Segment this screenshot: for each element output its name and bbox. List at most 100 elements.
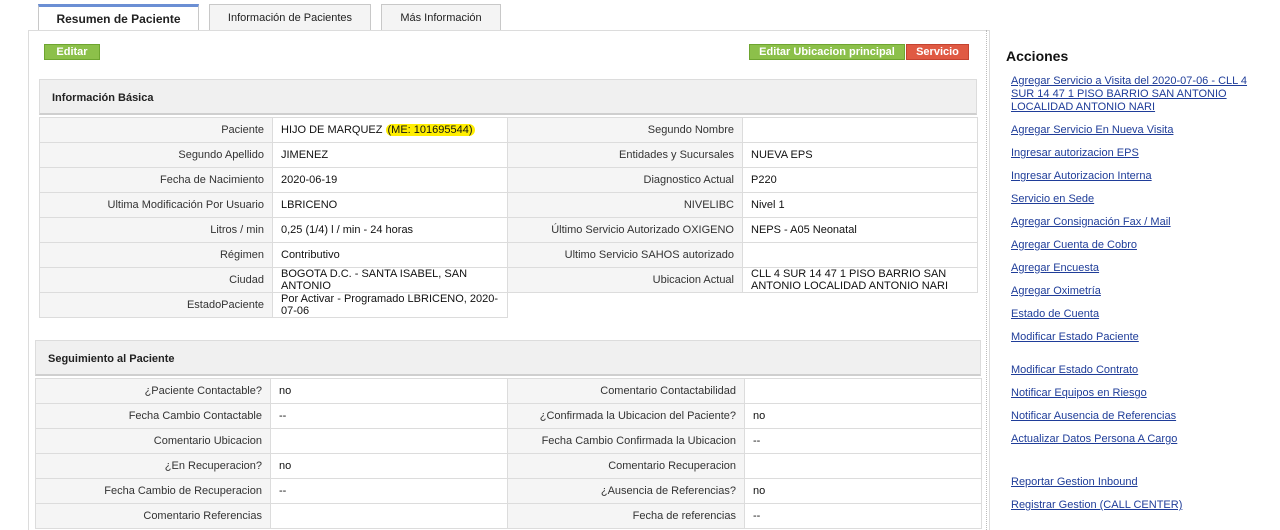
field-label: Fecha Cambio Confirmada la Ubicacion	[507, 428, 745, 454]
link-add-fax-mail[interactable]: Agregar Consignación Fax / Mail	[1011, 216, 1251, 229]
edit-main-location-button[interactable]: Editar Ubicacion principal	[749, 44, 905, 60]
field-label: Segundo Apellido	[39, 142, 273, 168]
field-value: no	[270, 453, 508, 479]
edit-button[interactable]: Editar	[44, 44, 100, 60]
field-value: 2020-06-19	[272, 167, 508, 193]
table-row: ¿Paciente Contactable? no Comentario Con…	[35, 378, 982, 404]
field-label: Fecha Cambio de Recuperacion	[35, 478, 271, 504]
field-value: Nivel 1	[742, 192, 978, 218]
link-add-survey[interactable]: Agregar Encuesta	[1011, 262, 1251, 275]
field-value: no	[744, 478, 982, 504]
field-value	[742, 117, 978, 143]
field-value: NEPS - A05 Neonatal	[742, 217, 978, 243]
field-label: ¿Confirmada la Ubicacion del Paciente?	[507, 403, 745, 429]
field-label: Segundo Nombre	[507, 117, 743, 143]
link-account-status[interactable]: Estado de Cuenta	[1011, 308, 1251, 321]
patient-id-highlight: (ME: 101695544)	[385, 124, 475, 136]
field-label: Ultimo Servicio SAHOS autorizado	[507, 242, 743, 268]
field-value: Contributivo	[272, 242, 508, 268]
table-row: Fecha Cambio de Recuperacion -- ¿Ausenci…	[35, 478, 982, 504]
field-value: 0,25 (1/4) l / min - 24 horas	[272, 217, 508, 243]
field-label: Ultima Modificación Por Usuario	[39, 192, 273, 218]
field-label: Fecha de referencias	[507, 503, 745, 529]
link-update-caretaker[interactable]: Actualizar Datos Persona A Cargo	[1011, 433, 1251, 446]
field-value	[742, 242, 978, 268]
field-label: Paciente	[39, 117, 273, 143]
link-add-billing[interactable]: Agregar Cuenta de Cobro	[1011, 239, 1251, 252]
link-report-inbound[interactable]: Reportar Gestion Inbound	[1011, 476, 1251, 489]
tab-informacion-pacientes[interactable]: Información de Pacientes	[209, 4, 371, 31]
link-internal-authorization[interactable]: Ingresar Autorizacion Interna	[1011, 170, 1251, 183]
link-notify-missing-references[interactable]: Notificar Ausencia de Referencias	[1011, 410, 1251, 423]
service-button[interactable]: Servicio	[906, 44, 969, 60]
divider	[986, 30, 987, 530]
link-modify-contract-status[interactable]: Modificar Estado Contrato	[1011, 364, 1251, 377]
field-label: ¿Paciente Contactable?	[35, 378, 271, 404]
field-label: Fecha Cambio Contactable	[35, 403, 271, 429]
field-value	[744, 453, 982, 479]
field-label: Entidades y Sucursales	[507, 142, 743, 168]
basic-info-table: Paciente HIJO DE MARQUEZ (ME: 101695544)…	[39, 117, 978, 318]
basic-info-header: Información Básica	[39, 79, 977, 115]
empty-cell	[507, 292, 743, 318]
table-row: Fecha de Nacimiento 2020-06-19 Diagnosti…	[39, 167, 978, 193]
field-label: Comentario Referencias	[35, 503, 271, 529]
field-label: Régimen	[39, 242, 273, 268]
field-value: --	[270, 478, 508, 504]
link-add-oximetry[interactable]: Agregar Oximetría	[1011, 285, 1251, 298]
field-value: no	[744, 403, 982, 429]
actions-title: Acciones	[1006, 48, 1069, 64]
field-value: LBRICENO	[272, 192, 508, 218]
field-label: Diagnostico Actual	[507, 167, 743, 193]
field-value: NUEVA EPS	[742, 142, 978, 168]
field-label: Ciudad	[39, 267, 273, 293]
link-notify-equipment-risk[interactable]: Notificar Equipos en Riesgo	[1011, 387, 1251, 400]
field-value: no	[270, 378, 508, 404]
table-row: EstadoPaciente Por Activar - Programado …	[39, 292, 978, 318]
link-add-service-new-visit[interactable]: Agregar Servicio En Nueva Visita	[1011, 124, 1251, 137]
field-label: Litros / min	[39, 217, 273, 243]
field-value	[270, 428, 508, 454]
field-label: Último Servicio Autorizado OXIGENO	[507, 217, 743, 243]
field-value: --	[744, 428, 982, 454]
tab-mas-informacion[interactable]: Más Información	[381, 4, 501, 31]
field-value: P220	[742, 167, 978, 193]
field-value: --	[270, 403, 508, 429]
field-label: Comentario Recuperacion	[507, 453, 745, 479]
table-row: Litros / min 0,25 (1/4) l / min - 24 hor…	[39, 217, 978, 243]
field-value: CLL 4 SUR 14 47 1 PISO BARRIO SAN ANTONI…	[742, 267, 978, 293]
field-label: NIVELIBC	[507, 192, 743, 218]
link-service-in-site[interactable]: Servicio en Sede	[1011, 193, 1251, 206]
field-value	[744, 378, 982, 404]
field-label: Ubicacion Actual	[507, 267, 743, 293]
table-row: Fecha Cambio Contactable -- ¿Confirmada …	[35, 403, 982, 429]
field-value: Por Activar - Programado LBRICENO, 2020-…	[272, 292, 508, 318]
table-row: Paciente HIJO DE MARQUEZ (ME: 101695544)…	[39, 117, 978, 143]
tab-resumen-paciente[interactable]: Resumen de Paciente	[38, 4, 199, 32]
link-add-service-visit[interactable]: Agregar Servicio a Visita del 2020-07-06…	[1011, 75, 1251, 114]
field-value: BOGOTA D.C. - SANTA ISABEL, SAN ANTONIO	[272, 267, 508, 293]
table-row: Comentario Ubicacion Fecha Cambio Confir…	[35, 428, 982, 454]
field-value: JIMENEZ	[272, 142, 508, 168]
empty-cell	[742, 292, 978, 318]
link-eps-authorization[interactable]: Ingresar autorizacion EPS	[1011, 147, 1251, 160]
field-value: --	[744, 503, 982, 529]
table-row: Ciudad BOGOTA D.C. - SANTA ISABEL, SAN A…	[39, 267, 978, 293]
table-row: Régimen Contributivo Ultimo Servicio SAH…	[39, 242, 978, 268]
link-modify-patient-status[interactable]: Modificar Estado Paciente	[1011, 331, 1251, 344]
field-label: EstadoPaciente	[39, 292, 273, 318]
followup-table: ¿Paciente Contactable? no Comentario Con…	[35, 378, 982, 529]
table-row: ¿En Recuperacion? no Comentario Recupera…	[35, 453, 982, 479]
table-row: Comentario Referencias Fecha de referenc…	[35, 503, 982, 529]
field-label: ¿En Recuperacion?	[35, 453, 271, 479]
patient-name-value: HIJO DE MARQUEZ (ME: 101695544)	[272, 117, 508, 143]
link-register-call-center[interactable]: Registrar Gestion (CALL CENTER)	[1011, 499, 1251, 512]
followup-header: Seguimiento al Paciente	[35, 340, 981, 376]
field-value	[270, 503, 508, 529]
field-label: Comentario Contactabilidad	[507, 378, 745, 404]
table-row: Ultima Modificación Por Usuario LBRICENO…	[39, 192, 978, 218]
field-label: Comentario Ubicacion	[35, 428, 271, 454]
field-label: Fecha de Nacimiento	[39, 167, 273, 193]
table-row: Segundo Apellido JIMENEZ Entidades y Suc…	[39, 142, 978, 168]
field-label: ¿Ausencia de Referencias?	[507, 478, 745, 504]
